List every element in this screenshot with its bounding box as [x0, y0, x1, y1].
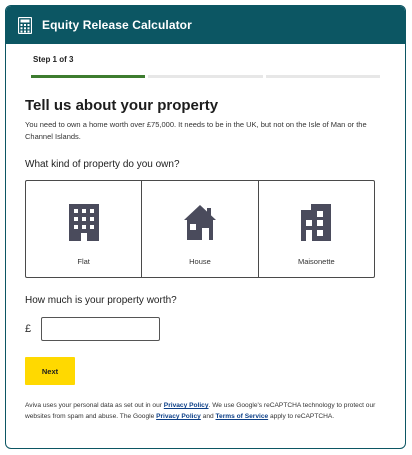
progress-segment-2: [148, 75, 263, 78]
privacy-text: apply to reCAPTCHA.: [268, 413, 335, 420]
property-option-house[interactable]: House: [141, 181, 257, 277]
property-option-label: Flat: [77, 257, 90, 266]
intro-text: You need to own a home worth over £75,00…: [25, 120, 367, 141]
flat-building-icon: [66, 203, 102, 241]
privacy-text: Aviva uses your personal data as set out…: [25, 402, 164, 409]
property-worth-question: How much is your property worth?: [25, 295, 177, 306]
house-icon: [182, 203, 218, 241]
privacy-notice: Aviva uses your personal data as set out…: [25, 400, 380, 422]
calculator-title: Equity Release Calculator: [42, 18, 192, 32]
terms-of-service-link[interactable]: Terms of Service: [216, 413, 269, 420]
property-option-maisonette[interactable]: Maisonette: [257, 181, 374, 277]
calculator-icon: [18, 16, 32, 34]
maisonette-icon: [298, 203, 334, 241]
property-option-label: House: [189, 257, 211, 266]
progress-segment-3: [265, 75, 380, 78]
step-indicator: Step 1 of 3: [33, 55, 74, 64]
calculator-header: Equity Release Calculator: [6, 6, 405, 44]
page-heading: Tell us about your property: [25, 97, 219, 114]
privacy-policy-link[interactable]: Privacy Policy: [164, 402, 209, 409]
property-type-question: What kind of property do you own?: [25, 159, 180, 170]
step-progress-bar: [31, 75, 380, 78]
currency-symbol: £: [25, 323, 32, 335]
property-worth-field: £: [25, 317, 160, 341]
progress-segment-1: [31, 75, 146, 78]
property-option-flat[interactable]: Flat: [26, 181, 141, 277]
property-type-options: Flat House Maisonette: [25, 180, 375, 278]
next-button[interactable]: Next: [25, 357, 75, 385]
property-value-input[interactable]: [41, 317, 160, 341]
property-option-label: Maisonette: [297, 257, 335, 266]
privacy-text: and: [200, 413, 216, 420]
google-privacy-policy-link[interactable]: Privacy Policy: [156, 413, 201, 420]
